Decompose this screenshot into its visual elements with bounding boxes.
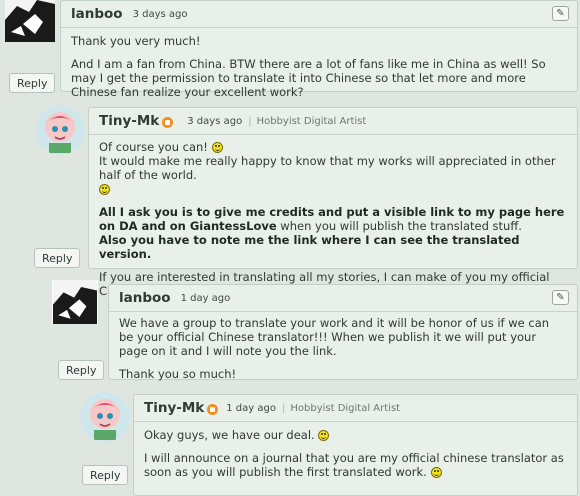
smiley-icon <box>99 184 110 195</box>
smiley-icon <box>318 430 330 441</box>
edit-icon[interactable]: ✎ <box>552 6 569 21</box>
comment-text: It would make me really happy to know th… <box>99 154 567 196</box>
comment-lanboo-1: lanboo 3 days ago ✎ Thank you very much!… <box>0 0 580 100</box>
timestamp[interactable]: 3 days ago <box>133 9 188 20</box>
edit-icon[interactable]: ✎ <box>552 290 569 305</box>
comment-text: We have a group to translate your work a… <box>119 316 550 358</box>
comment-header: lanboo 1 day ago ✎ <box>109 285 577 312</box>
comment-header: Tiny-Mk 3 days ago | Hobbyist Digital Ar… <box>89 108 577 135</box>
comment-box: Tiny-Mk 1 day ago | Hobbyist Digital Art… <box>133 394 578 496</box>
comment-header: Tiny-Mk 1 day ago | Hobbyist Digital Art… <box>134 395 577 422</box>
avatar[interactable] <box>5 0 55 42</box>
comment-body: Thank you very much! And I am a fan from… <box>61 28 577 99</box>
reply-button[interactable]: Reply <box>34 248 81 268</box>
comment-body: Okay guys, we have our deal. I will anno… <box>134 422 577 479</box>
timestamp[interactable]: 3 days ago <box>187 116 242 127</box>
timestamp[interactable]: 1 day ago <box>181 293 231 304</box>
comment-text: Thank you so much! <box>119 367 237 381</box>
reply-button[interactable]: Reply <box>9 73 56 93</box>
username[interactable]: Tiny-Mk <box>99 113 159 129</box>
comment-body: Of course you can! It would make me real… <box>89 135 577 298</box>
comment-text: Okay guys, we have our deal. <box>144 428 567 442</box>
avatar[interactable] <box>35 105 85 155</box>
comment-text: All I ask you is to give me credits and … <box>99 205 565 261</box>
comment-text: And I am a fan from China. BTW there are… <box>71 57 546 99</box>
comment-body: We have a group to translate your work a… <box>109 312 577 381</box>
comment-tinymk-2: Tiny-Mk 1 day ago | Hobbyist Digital Art… <box>0 392 580 496</box>
username[interactable]: lanboo <box>71 6 123 22</box>
reply-button[interactable]: Reply <box>58 360 105 380</box>
comment-lanboo-2: lanboo 1 day ago ✎ We have a group to tr… <box>0 280 580 382</box>
premium-badge-icon <box>207 403 219 415</box>
comment-text: I will announce on a journal that you ar… <box>144 451 564 479</box>
comment-box: lanboo 1 day ago ✎ We have a group to tr… <box>108 284 578 381</box>
divider: | <box>248 115 252 127</box>
timestamp[interactable]: 1 day ago <box>226 403 276 414</box>
comment-tinymk-1: Tiny-Mk 3 days ago | Hobbyist Digital Ar… <box>0 105 580 298</box>
smiley-icon <box>211 142 223 153</box>
avatar[interactable] <box>80 392 130 442</box>
premium-badge-icon <box>162 116 174 128</box>
comment-box: lanboo 3 days ago ✎ Thank you very much!… <box>60 0 578 99</box>
comment-box: Tiny-Mk 3 days ago | Hobbyist Digital Ar… <box>88 107 578 298</box>
reply-button[interactable]: Reply <box>82 465 129 485</box>
divider: | <box>281 402 286 414</box>
user-tagline: Hobbyist Digital Artist <box>256 115 367 127</box>
avatar[interactable] <box>52 280 98 324</box>
username[interactable]: Tiny-Mk <box>144 400 204 416</box>
smiley-icon <box>430 467 442 478</box>
user-tagline: Hobbyist Digital Artist <box>290 402 401 414</box>
comment-header: lanboo 3 days ago ✎ <box>61 1 577 28</box>
comment-text: Thank you very much! <box>71 34 201 48</box>
username[interactable]: lanboo <box>119 290 171 306</box>
comment-text: Of course you can! <box>99 140 567 154</box>
